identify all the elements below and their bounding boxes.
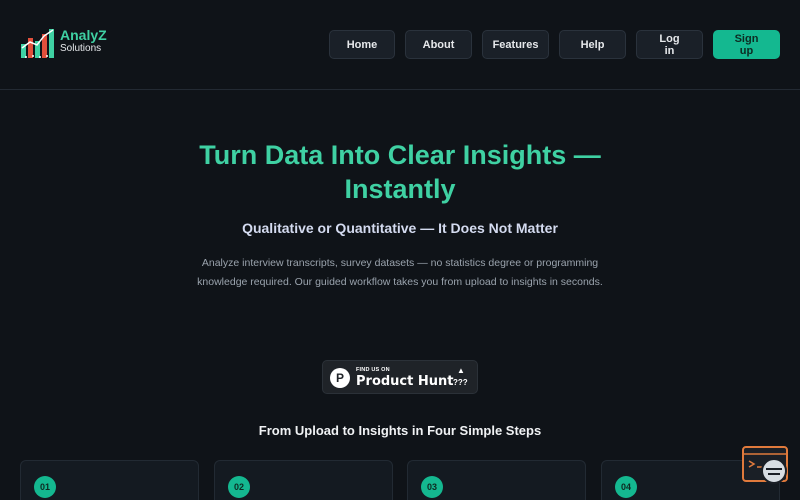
step-number: 04	[615, 476, 637, 498]
chat-support-icon[interactable]	[741, 445, 791, 487]
upvote-count: ???	[453, 378, 468, 387]
step-number: 02	[228, 476, 250, 498]
login-button[interactable]: Log in	[636, 30, 703, 59]
steps-section-title: From Upload to Insights in Four Simple S…	[258, 423, 542, 438]
product-hunt-logo-icon: P	[330, 368, 350, 388]
site-header: AnalyZ Solutions Home About Features Hel…	[0, 0, 800, 90]
step-number: 01	[34, 476, 56, 498]
step-card: 01	[20, 460, 199, 500]
brand-tagline: Solutions	[60, 43, 102, 54]
hero-description: Analyze interview transcripts, survey da…	[197, 257, 603, 288]
brand-logo[interactable]: AnalyZ Solutions	[20, 26, 130, 62]
brand-text: AnalyZ Solutions	[60, 27, 107, 55]
nav-features-button[interactable]: Features	[482, 30, 549, 59]
product-hunt-label: Product Hunt	[356, 374, 454, 389]
step-card: 03	[407, 460, 586, 500]
product-hunt-small-text: FIND US ON	[356, 367, 390, 373]
hero-title-line1: Turn Data Into Clear Insights —	[199, 140, 601, 170]
signup-button[interactable]: Sign up	[713, 30, 780, 59]
step-card: 02	[214, 460, 393, 500]
nav-about-button[interactable]: About	[405, 30, 472, 59]
nav-help-button[interactable]: Help	[559, 30, 626, 59]
hero-title: Turn Data Into Clear Insights — Instantl…	[150, 138, 650, 206]
nav-home-button[interactable]: Home	[329, 30, 395, 59]
brand-name: AnalyZ	[60, 27, 107, 43]
product-hunt-badge[interactable]: P FIND US ON Product Hunt ▲ ???	[322, 360, 478, 394]
bar-chart-logo-icon	[21, 29, 54, 58]
hero-subtitle: Qualitative or Quantitative — It Does No…	[242, 220, 558, 236]
main-nav: Home About Features Help Log in Sign up	[329, 30, 780, 59]
hero-title-line2: Instantly	[344, 174, 456, 204]
upvote-arrow-icon: ▲	[457, 366, 465, 375]
step-number: 03	[421, 476, 443, 498]
